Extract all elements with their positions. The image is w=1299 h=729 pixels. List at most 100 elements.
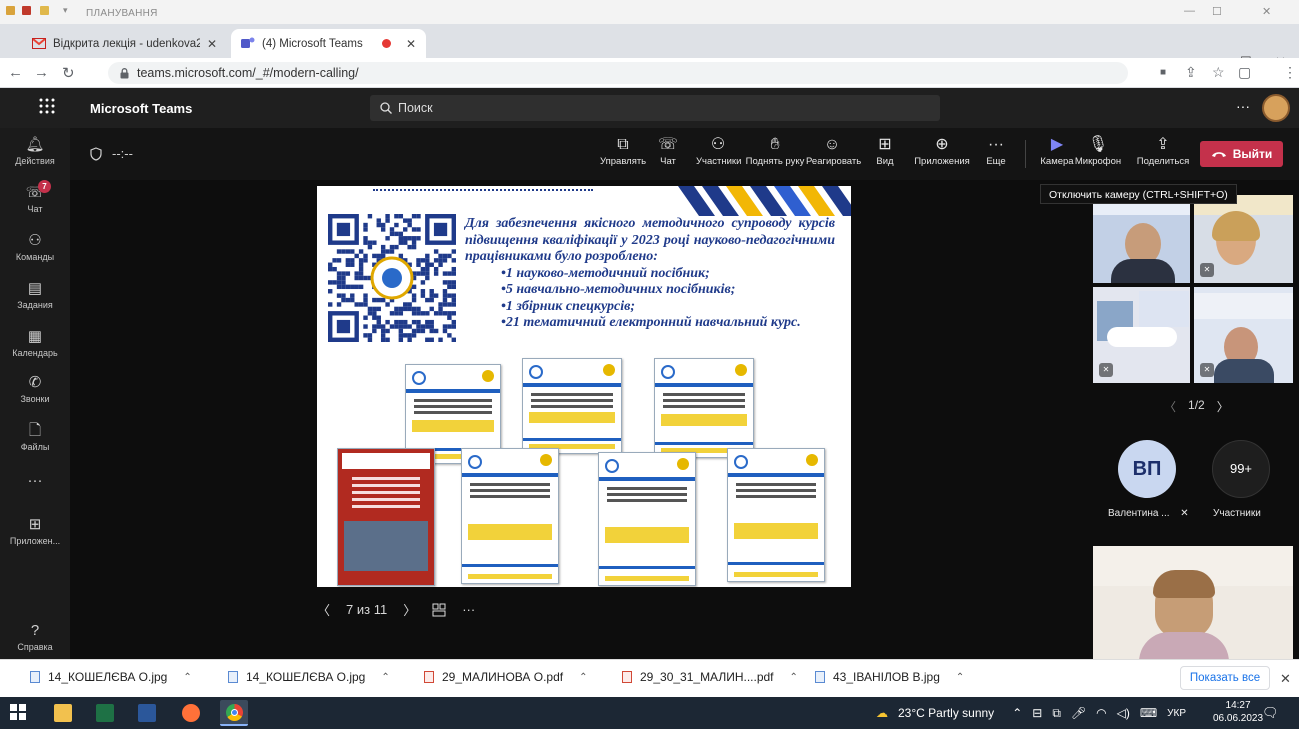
tab-gmail[interactable]: Відкрита лекція - udenkova2017 ✕: [22, 29, 227, 58]
leave-meeting-button[interactable]: Выйти: [1200, 141, 1283, 167]
user-avatar[interactable]: [1262, 94, 1290, 122]
address-bar-row: ← → ↻ teams.microsoft.com/_#/modern-call…: [0, 58, 1299, 140]
settings-more-icon[interactable]: ···: [1236, 98, 1250, 114]
camera-tooltip: Отключить камеру (CTRL+SHIFT+O): [1040, 184, 1237, 204]
meeting-button-people[interactable]: ⚇ Участники: [696, 134, 742, 167]
meeting-button-share[interactable]: ⇪ Поделиться: [1134, 134, 1192, 167]
meeting-button-mic-off[interactable]: 🎙︎ Микрофон: [1070, 134, 1126, 167]
participant-avatar[interactable]: ВП: [1118, 440, 1176, 498]
download-item[interactable]: 43_ІВАНІЛОВ В.jpg ⌃: [815, 670, 964, 684]
url-field[interactable]: teams.microsoft.com/_#/modern-calling/: [108, 62, 1128, 84]
chrome-menu-icon[interactable]: ⋮: [1283, 64, 1297, 81]
bookmark-star-icon[interactable]: ☆: [1212, 64, 1225, 81]
rail-item[interactable]: ⊞ Приложен...: [0, 516, 70, 546]
rail-item[interactable]: ▦ Календарь: [0, 328, 70, 358]
rail-item-label: Действия: [15, 156, 55, 166]
rail-item[interactable]: 🗋 Файлы: [0, 422, 70, 452]
chevron-up-icon[interactable]: ⌃: [956, 672, 964, 683]
rail-item[interactable]: 🔔︎ Действия: [0, 136, 70, 166]
meeting-button-chat[interactable]: ☏ Чат: [653, 134, 683, 167]
meeting-button-label: Еще: [986, 156, 1006, 167]
meeting-button-grid-view[interactable]: ⊞ Вид: [871, 134, 899, 167]
notifications-icon[interactable]: 🗨︎: [1262, 705, 1279, 721]
lock-icon: [120, 67, 129, 79]
meeting-button-camera[interactable]: ▶ Камера: [1040, 134, 1074, 167]
download-item[interactable]: 29_МАЛИНОВА О.pdf ⌃: [424, 670, 587, 684]
tray-overflow-icon[interactable]: ⌃: [1012, 706, 1022, 720]
side-panel-icon[interactable]: ▢: [1238, 64, 1251, 81]
tab-teams[interactable]: (4) Microsoft Teams ✕: [231, 29, 426, 58]
chevron-up-icon[interactable]: ⌃: [790, 672, 798, 683]
video-tile[interactable]: ✕: [1194, 287, 1293, 383]
windows-start-icon[interactable]: [10, 704, 28, 722]
rail-item[interactable]: ▤ Задания: [0, 280, 70, 310]
app-launcher-icon[interactable]: [38, 97, 56, 115]
slide-more-icon[interactable]: ···: [462, 602, 475, 617]
keyboard-icon[interactable]: ⌨: [1140, 706, 1157, 720]
mic-off-icon: ✕: [1200, 263, 1214, 277]
grid-view-icon[interactable]: [432, 603, 446, 617]
rail-item[interactable]: ···: [0, 472, 70, 492]
rail-item[interactable]: ☏ Чат 7: [0, 180, 70, 214]
video-tile[interactable]: ✕: [1194, 195, 1293, 283]
quick-access-icon[interactable]: [40, 6, 49, 15]
previous-page-icon[interactable]: 〈: [1164, 398, 1176, 415]
hang-up-icon: [1211, 150, 1227, 158]
meeting-button-raise-hand[interactable]: ✋︎ Поднять руку: [742, 134, 808, 167]
language-indicator[interactable]: УКР: [1167, 708, 1186, 719]
show-all-downloads-button[interactable]: Показать все: [1180, 666, 1270, 690]
rail-item[interactable]: ? Справка: [0, 622, 70, 652]
meet-now-icon[interactable]: ⧉: [1052, 706, 1061, 721]
book-cover: [598, 452, 696, 586]
excel-icon[interactable]: [96, 704, 114, 722]
video-tile[interactable]: ✕: [1093, 287, 1190, 383]
download-item[interactable]: 14_КОШЕЛЄВА О.jpg ⌃: [30, 670, 192, 684]
rail-item[interactable]: ✆ Звонки: [0, 374, 70, 404]
rail-item[interactable]: ⚇ Команды: [0, 232, 70, 262]
save-icon[interactable]: [6, 6, 15, 15]
meeting-button-more[interactable]: ··· Еще: [984, 134, 1008, 167]
reload-icon[interactable]: ↻: [62, 64, 75, 82]
meeting-button-present[interactable]: ⧉ Управлять: [600, 134, 646, 167]
rail-item-label: Файлы: [20, 442, 50, 452]
minimize-icon[interactable]: —: [1184, 5, 1195, 17]
firefox-icon[interactable]: [182, 704, 200, 722]
next-page-icon[interactable]: 〉: [1217, 398, 1229, 415]
previous-slide-icon[interactable]: 〈: [317, 600, 330, 619]
video-tile[interactable]: [1093, 195, 1190, 283]
close-tab-icon[interactable]: ✕: [406, 37, 416, 51]
download-item[interactable]: 29_30_31_МАЛИН....pdf ⌃: [622, 670, 798, 684]
close-downloads-icon[interactable]: ✕: [1280, 671, 1291, 687]
chevron-up-icon[interactable]: ⌃: [183, 672, 191, 683]
more-icon: ···: [988, 136, 1004, 153]
share-page-icon[interactable]: ⇪: [1185, 64, 1197, 81]
system-clock[interactable]: 14:27 06.06.2023: [1213, 699, 1263, 725]
file-explorer-icon[interactable]: [54, 704, 72, 722]
volume-icon[interactable]: ◁): [1117, 706, 1130, 720]
customize-toolbar-icon[interactable]: ▾: [63, 5, 68, 16]
chevron-up-icon[interactable]: ⌃: [381, 672, 389, 683]
mic-in-use-icon[interactable]: 🎤︎: [1071, 706, 1086, 720]
weather-text[interactable]: 23°C Partly sunny: [898, 706, 994, 720]
qr-code: [328, 214, 456, 342]
wifi-icon[interactable]: ◠: [1096, 706, 1106, 720]
participants-count-button[interactable]: 99+: [1212, 440, 1270, 498]
search-input[interactable]: Поиск: [370, 95, 940, 121]
meeting-button-label: Приложения: [914, 156, 970, 167]
download-item[interactable]: 14_КОШЕЛЄВА О.jpg ⌃: [228, 670, 390, 684]
undo-icon[interactable]: [22, 6, 31, 15]
close-tab-icon[interactable]: ✕: [207, 37, 217, 51]
forward-icon[interactable]: →: [34, 64, 49, 81]
network-icon[interactable]: ⊟: [1032, 706, 1042, 720]
meeting-button-add-app[interactable]: ⊕ Приложения: [909, 134, 975, 167]
meeting-button-smile[interactable]: ☺ Реагировать: [806, 134, 861, 167]
word-icon[interactable]: [138, 704, 156, 722]
chrome-taskbar-button[interactable]: [220, 700, 248, 726]
next-slide-icon[interactable]: 〉: [403, 600, 416, 619]
camera-in-use-icon[interactable]: ■: [1160, 67, 1166, 78]
close-icon[interactable]: ✕: [1262, 5, 1271, 18]
back-icon[interactable]: ←: [8, 64, 23, 81]
chevron-up-icon[interactable]: ⌃: [579, 672, 587, 683]
meeting-button-label: Участники: [696, 156, 742, 167]
maximize-icon[interactable]: ☐: [1212, 5, 1222, 18]
